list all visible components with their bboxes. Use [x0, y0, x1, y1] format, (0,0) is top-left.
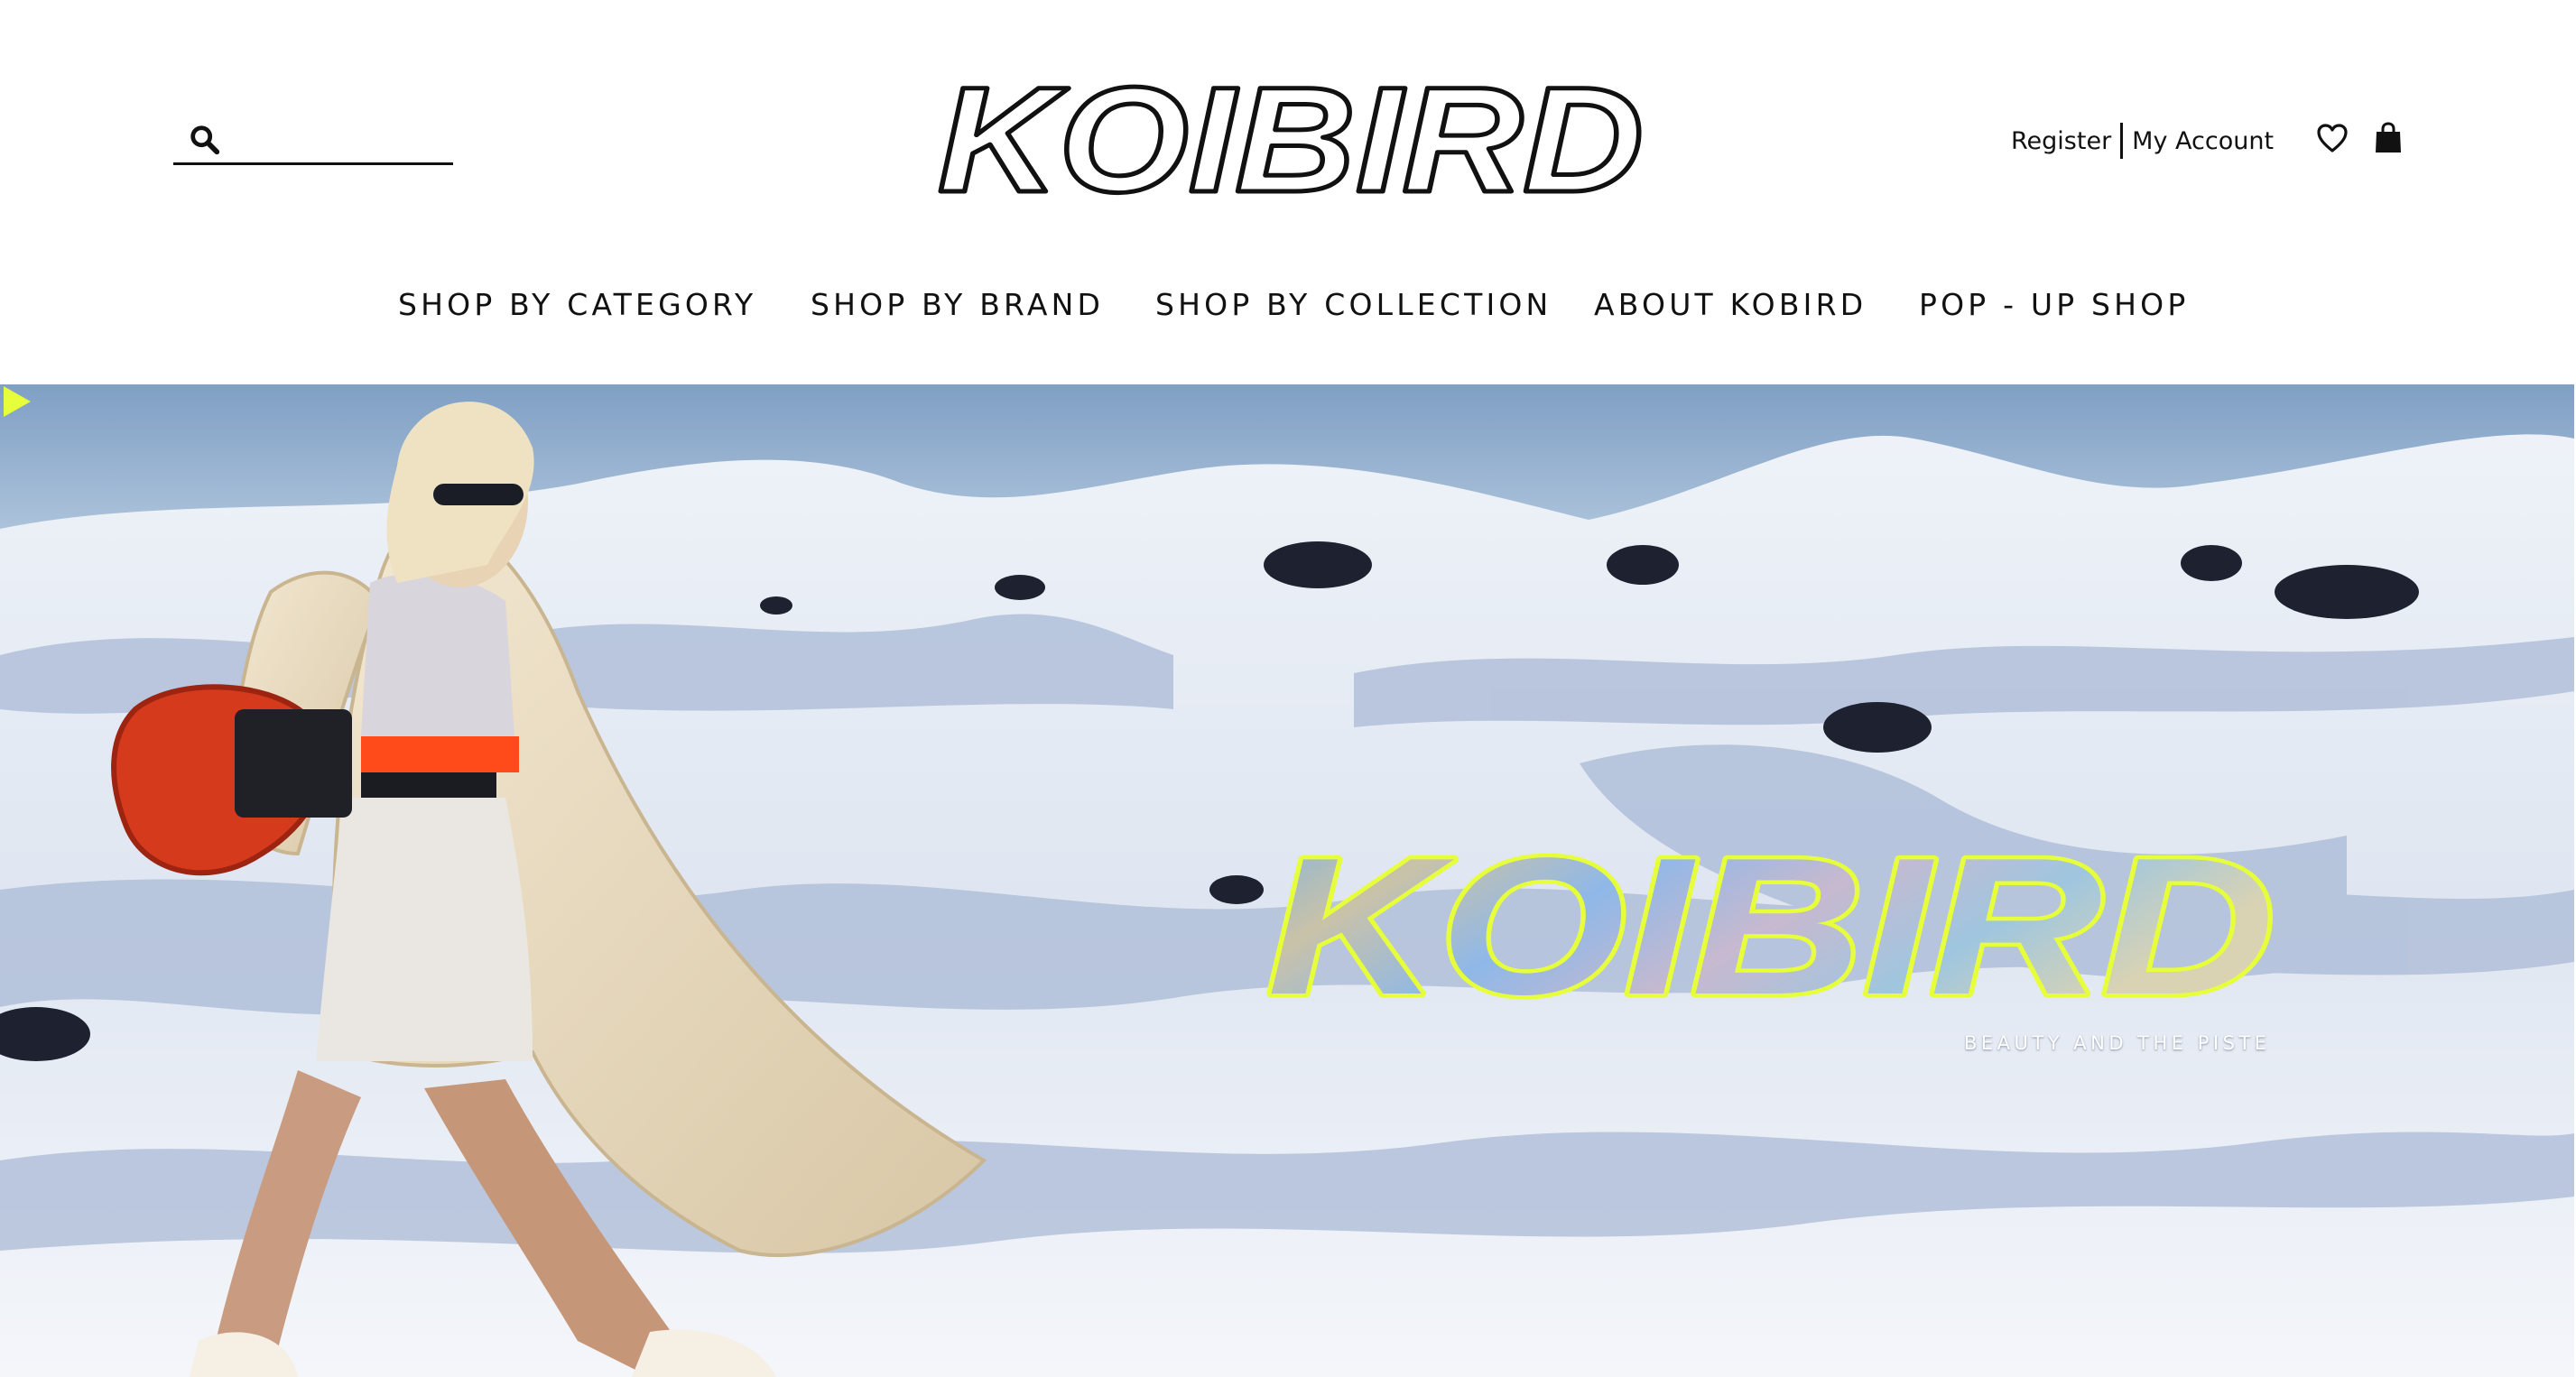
- hero-logo: KOIBIRD: [1264, 813, 2279, 1040]
- hero-image: KOIBIRD: [0, 384, 2574, 1377]
- my-account-link[interactable]: My Account: [2132, 127, 2274, 155]
- hero-logo-text: KOIBIRD: [1267, 817, 2275, 1035]
- main-nav: SHOP BY CATEGORY SHOP BY BRAND SHOP BY C…: [0, 285, 2576, 325]
- site-header: KOIBIRD Register My Account SHOP BY CATE…: [0, 0, 2576, 384]
- search-bar[interactable]: [173, 116, 453, 165]
- hero-banner[interactable]: KOIBIRD BEAUTY AND THE PISTE: [0, 384, 2574, 1377]
- heart-icon[interactable]: [2316, 123, 2349, 153]
- register-link[interactable]: Register: [2011, 127, 2111, 155]
- nav-item-shop-by-brand[interactable]: SHOP BY BRAND: [811, 285, 1104, 325]
- site-logo[interactable]: KOIBIRD: [921, 60, 1661, 222]
- nav-item-shop-by-category[interactable]: SHOP BY CATEGORY: [398, 285, 756, 325]
- shopping-bag-icon[interactable]: [2374, 121, 2403, 155]
- nav-item-pop-up-shop[interactable]: POP - UP SHOP: [1919, 285, 2189, 325]
- nav-item-about-kobird[interactable]: ABOUT KOBIRD: [1594, 285, 1867, 325]
- account-links: Register My Account: [2011, 121, 2274, 161]
- logo-text: KOIBIRD: [938, 60, 1644, 222]
- search-icon[interactable]: [188, 123, 222, 157]
- play-arrow-icon[interactable]: [0, 384, 32, 419]
- account-divider: [2120, 123, 2124, 159]
- nav-item-shop-by-collection[interactable]: SHOP BY COLLECTION: [1155, 285, 1552, 325]
- hero-tagline: BEAUTY AND THE PISTE: [1964, 1032, 2271, 1054]
- search-input[interactable]: [231, 121, 444, 157]
